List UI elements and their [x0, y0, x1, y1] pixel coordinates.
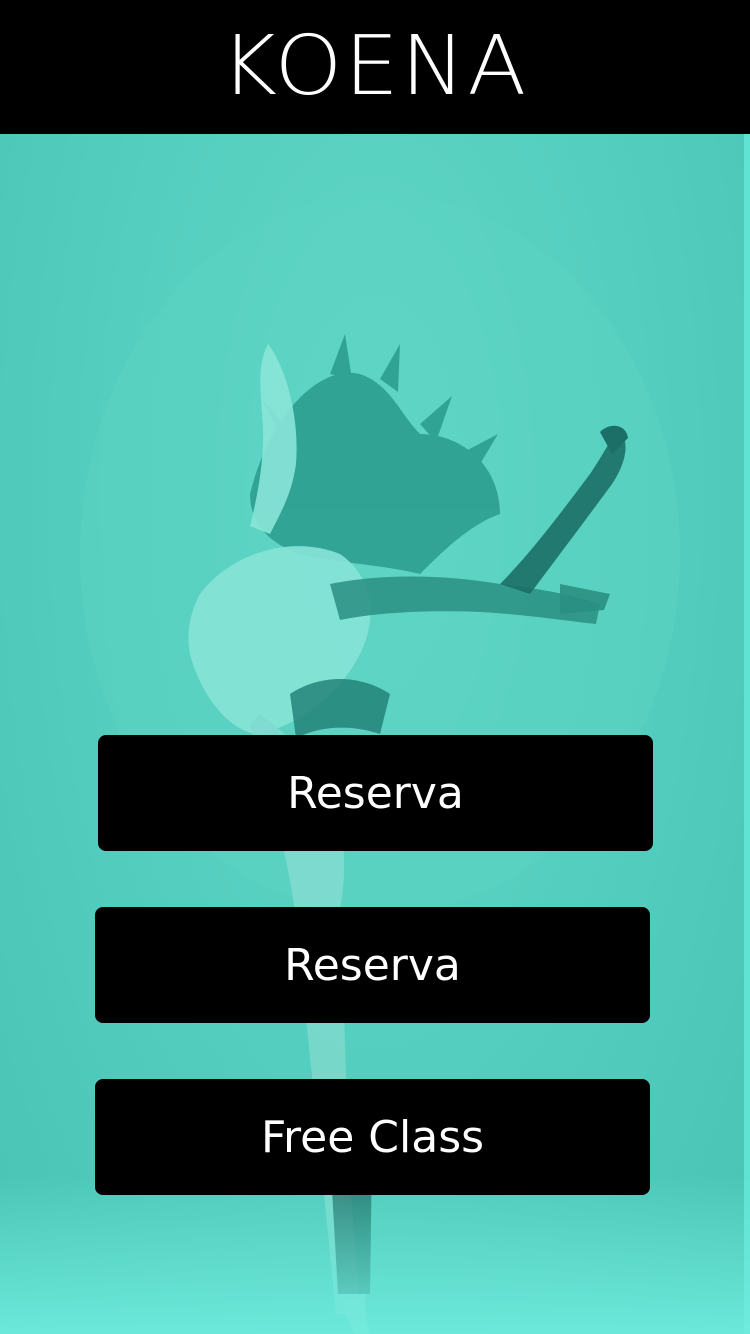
free-class-button[interactable]: Free Class [95, 1079, 650, 1195]
hero-edge-highlight [744, 134, 750, 1334]
app-screen: KOENA Reserva Reserva Free Class [0, 0, 750, 1334]
reserva-button-2[interactable]: Reserva [95, 907, 650, 1023]
app-header: KOENA [0, 0, 750, 134]
reserva-button-1[interactable]: Reserva [98, 735, 653, 851]
hero-bottom-glow [0, 1174, 750, 1334]
brand-logo: KOENA [221, 19, 529, 114]
